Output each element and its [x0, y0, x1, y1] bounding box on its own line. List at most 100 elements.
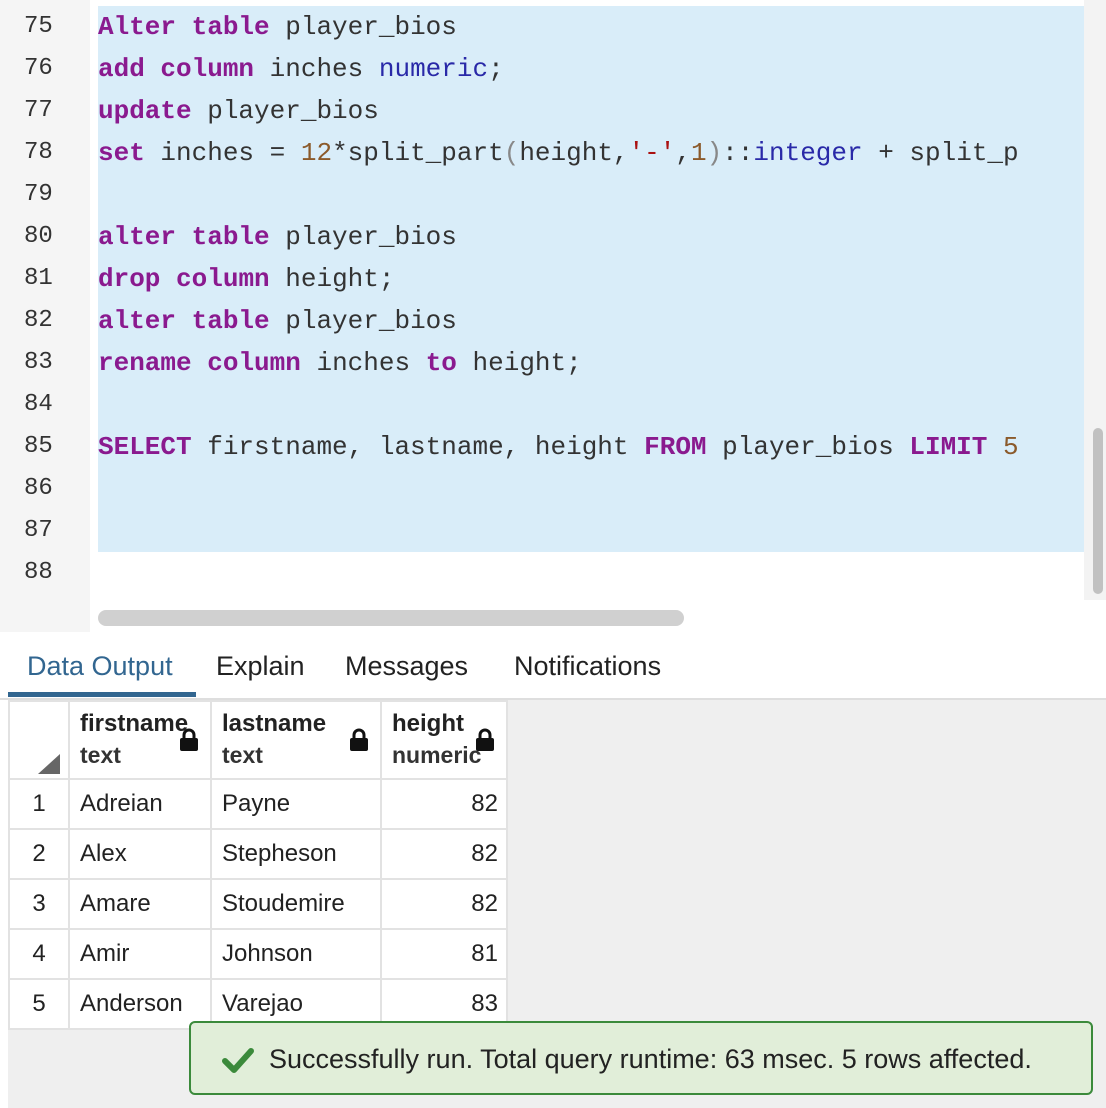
code-text[interactable]: rename column inches to height; — [98, 342, 582, 384]
line-number: 82 — [24, 307, 53, 334]
code-token: 1 — [690, 138, 707, 168]
code-line[interactable]: 75 Alter table player_bios — [0, 6, 1084, 48]
code-line[interactable]: 85 SELECT firstname, lastname, height FRO… — [0, 426, 1084, 468]
code-text[interactable]: drop column height; — [98, 258, 394, 300]
code-token: drop — [98, 264, 161, 294]
tab-explain[interactable]: Explain — [216, 634, 305, 698]
line-number: 87 — [24, 517, 53, 544]
code-token: inches — [300, 348, 426, 378]
code-token: table — [191, 222, 270, 252]
cell-lastname[interactable]: Stoudemire — [210, 878, 382, 930]
cell-height[interactable]: 82 — [380, 778, 508, 830]
code-token: column — [160, 54, 255, 84]
row-number[interactable]: 5 — [8, 978, 70, 1030]
code-token: column — [176, 264, 270, 294]
code-line[interactable]: 80 alter table player_bios — [0, 216, 1084, 258]
tab-messages[interactable]: Messages — [345, 634, 468, 698]
row-number[interactable]: 1 — [8, 778, 70, 830]
row-number[interactable]: 3 — [8, 878, 70, 930]
code-token: Alter — [98, 12, 177, 42]
cell-lastname[interactable]: Johnson — [210, 928, 382, 980]
code-text[interactable]: SELECT firstname, lastname, height FROM … — [98, 426, 1019, 468]
code-token: height; — [456, 348, 582, 378]
code-text[interactable]: add column inches numeric; — [98, 48, 504, 90]
code-text[interactable]: Alter table player_bios — [98, 6, 457, 48]
code-token: player_bios — [269, 306, 457, 336]
code-token: *split_part — [332, 138, 504, 168]
code-token: firstname, lastname, height — [191, 432, 645, 462]
table-row[interactable]: 1 Adreian Payne 82 — [8, 778, 508, 830]
corner-triangle-icon — [38, 754, 60, 774]
code-token: 12 — [300, 138, 333, 168]
cell-lastname[interactable]: Stepheson — [210, 828, 382, 880]
code-token: table — [191, 12, 270, 42]
select-all-corner[interactable] — [8, 700, 70, 780]
code-line[interactable]: 76 add column inches numeric; — [0, 48, 1084, 90]
code-line[interactable]: 77 update player_bios — [0, 90, 1084, 132]
vertical-scrollbar-thumb[interactable] — [1093, 428, 1103, 594]
code-token: add — [98, 54, 145, 84]
column-header-height[interactable]: height numeric — [380, 700, 508, 780]
code-token: alter — [98, 222, 177, 252]
row-number[interactable]: 2 — [8, 828, 70, 880]
code-token: inches = — [144, 138, 301, 168]
success-notification[interactable]: Successfully run. Total query runtime: 6… — [189, 1021, 1093, 1095]
cell-height[interactable]: 82 — [380, 878, 508, 930]
code-token: alter — [98, 306, 177, 336]
table-row[interactable]: 4 Amir Johnson 81 — [8, 928, 508, 980]
code-token: LIMIT — [909, 432, 988, 462]
code-token: SELECT — [98, 432, 192, 462]
code-token: height; — [269, 264, 395, 294]
code-token: FROM — [644, 432, 707, 462]
line-number: 85 — [24, 433, 53, 460]
sql-editor[interactable]: 75 Alter table player_bios 76 add column in… — [0, 0, 1106, 632]
column-header-firstname[interactable]: firstname text — [68, 700, 212, 780]
horizontal-scrollbar-thumb[interactable] — [98, 610, 684, 626]
code-token: '-' — [628, 138, 676, 168]
cell-height[interactable]: 81 — [380, 928, 508, 980]
cell-firstname[interactable]: Amare — [68, 878, 212, 930]
code-line[interactable]: 83 rename column inches to height; — [0, 342, 1084, 384]
code-token: ) — [706, 138, 723, 168]
cell-firstname[interactable]: Alex — [68, 828, 212, 880]
code-text[interactable]: set inches = 12*split_part(height,'-',1)… — [98, 132, 1019, 174]
code-token: rename — [98, 348, 192, 378]
code-line[interactable]: 81 drop column height; — [0, 258, 1084, 300]
tab-notifications[interactable]: Notifications — [514, 634, 661, 698]
cell-firstname[interactable]: Amir — [68, 928, 212, 980]
code-line[interactable]: 88 — [0, 552, 1084, 594]
code-line[interactable]: 86 — [0, 468, 1084, 510]
code-line[interactable]: 82 alter table player_bios — [0, 300, 1084, 342]
cell-firstname[interactable]: Adreian — [68, 778, 212, 830]
tab-data-output[interactable]: Data Output — [27, 634, 173, 698]
row-number[interactable]: 4 — [8, 928, 70, 980]
code-text[interactable]: update player_bios — [98, 90, 379, 132]
code-text[interactable]: alter table player_bios — [98, 216, 457, 258]
code-text[interactable]: alter table player_bios — [98, 300, 457, 342]
code-token: + split_p — [862, 138, 1019, 168]
code-line[interactable]: 78 set inches = 12*split_part(height,'-',… — [0, 132, 1084, 174]
line-number: 80 — [24, 223, 53, 250]
code-line[interactable]: 79 — [0, 174, 1084, 216]
cell-firstname[interactable]: Anderson — [68, 978, 212, 1030]
code-token: numeric — [378, 54, 489, 84]
table-row[interactable]: 3 Amare Stoudemire 82 — [8, 878, 508, 930]
code-token: height, — [519, 138, 629, 168]
line-number: 76 — [24, 55, 53, 82]
code-token: update — [98, 96, 192, 126]
code-line[interactable]: 84 — [0, 384, 1084, 426]
code-token: player_bios — [269, 222, 457, 252]
cell-height[interactable]: 82 — [380, 828, 508, 880]
column-header-lastname[interactable]: lastname text — [210, 700, 382, 780]
header-row: firstname text lastname text height nume… — [8, 700, 508, 780]
code-line[interactable]: 87 — [0, 510, 1084, 552]
code-token: to — [425, 348, 457, 378]
cell-lastname[interactable]: Payne — [210, 778, 382, 830]
table-row[interactable]: 2 Alex Stepheson 82 — [8, 828, 508, 880]
